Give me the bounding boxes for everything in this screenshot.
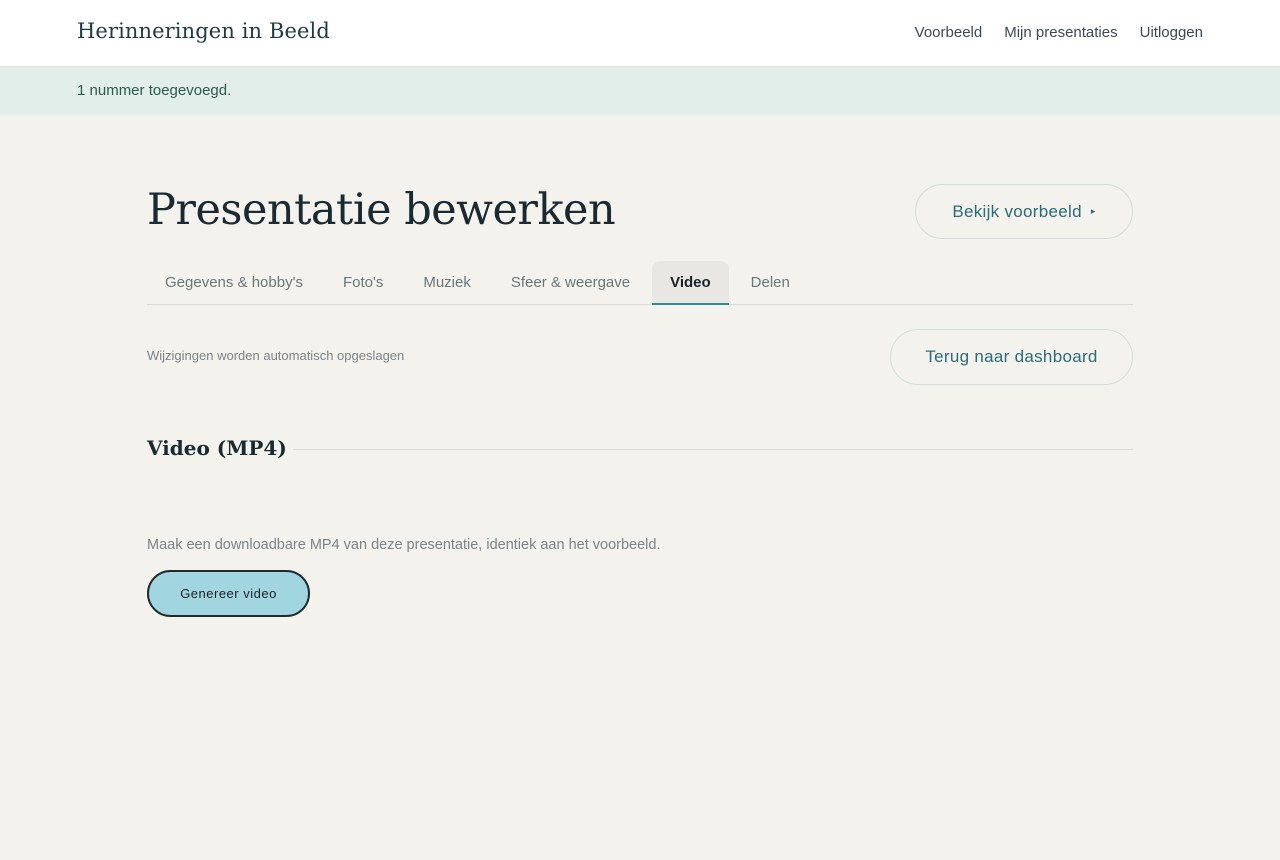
main-nav: Voorbeeld Mijn presentaties Uitloggen [915, 24, 1203, 41]
preview-button-label: Bekijk voorbeeld [952, 201, 1082, 221]
play-arrow-icon: ▸ [1090, 206, 1096, 216]
success-notice: 1 nummer toegevoegd. [0, 67, 1280, 115]
top-bar: Herinneringen in Beeld Voorbeeld Mijn pr… [0, 0, 1280, 67]
nav-link-logout[interactable]: Uitloggen [1140, 24, 1203, 41]
tab-share[interactable]: Delen [733, 261, 808, 304]
page-title: Presentatie bewerken [147, 185, 616, 235]
preview-button[interactable]: Bekijk voorbeeld ▸ [915, 184, 1133, 239]
nav-link-preview[interactable]: Voorbeeld [915, 24, 983, 41]
tab-mood-display[interactable]: Sfeer & weergave [493, 261, 648, 304]
brand-logo[interactable]: Herinneringen in Beeld [77, 19, 330, 43]
video-description: Maak een downloadbare MP4 van deze prese… [147, 537, 661, 553]
tab-music[interactable]: Muziek [405, 261, 489, 304]
section-title: Video (MP4) [147, 436, 287, 460]
generate-video-button[interactable]: Genereer video [147, 570, 310, 617]
notice-text: 1 nummer toegevoegd. [77, 82, 232, 99]
video-section-header: Video (MP4) [147, 436, 1133, 460]
section-divider [292, 448, 1133, 450]
nav-link-presentations[interactable]: Mijn presentaties [1004, 24, 1117, 41]
tab-photos[interactable]: Foto's [325, 261, 401, 304]
back-to-dashboard-button[interactable]: Terug naar dashboard [890, 329, 1133, 385]
autosave-status: Wijzigingen worden automatisch opgeslage… [147, 348, 405, 363]
editor-tabs: Gegevens & hobby's Foto's Muziek Sfeer &… [147, 261, 1133, 305]
tab-details-hobbies[interactable]: Gegevens & hobby's [147, 261, 321, 304]
tab-video[interactable]: Video [652, 261, 729, 305]
